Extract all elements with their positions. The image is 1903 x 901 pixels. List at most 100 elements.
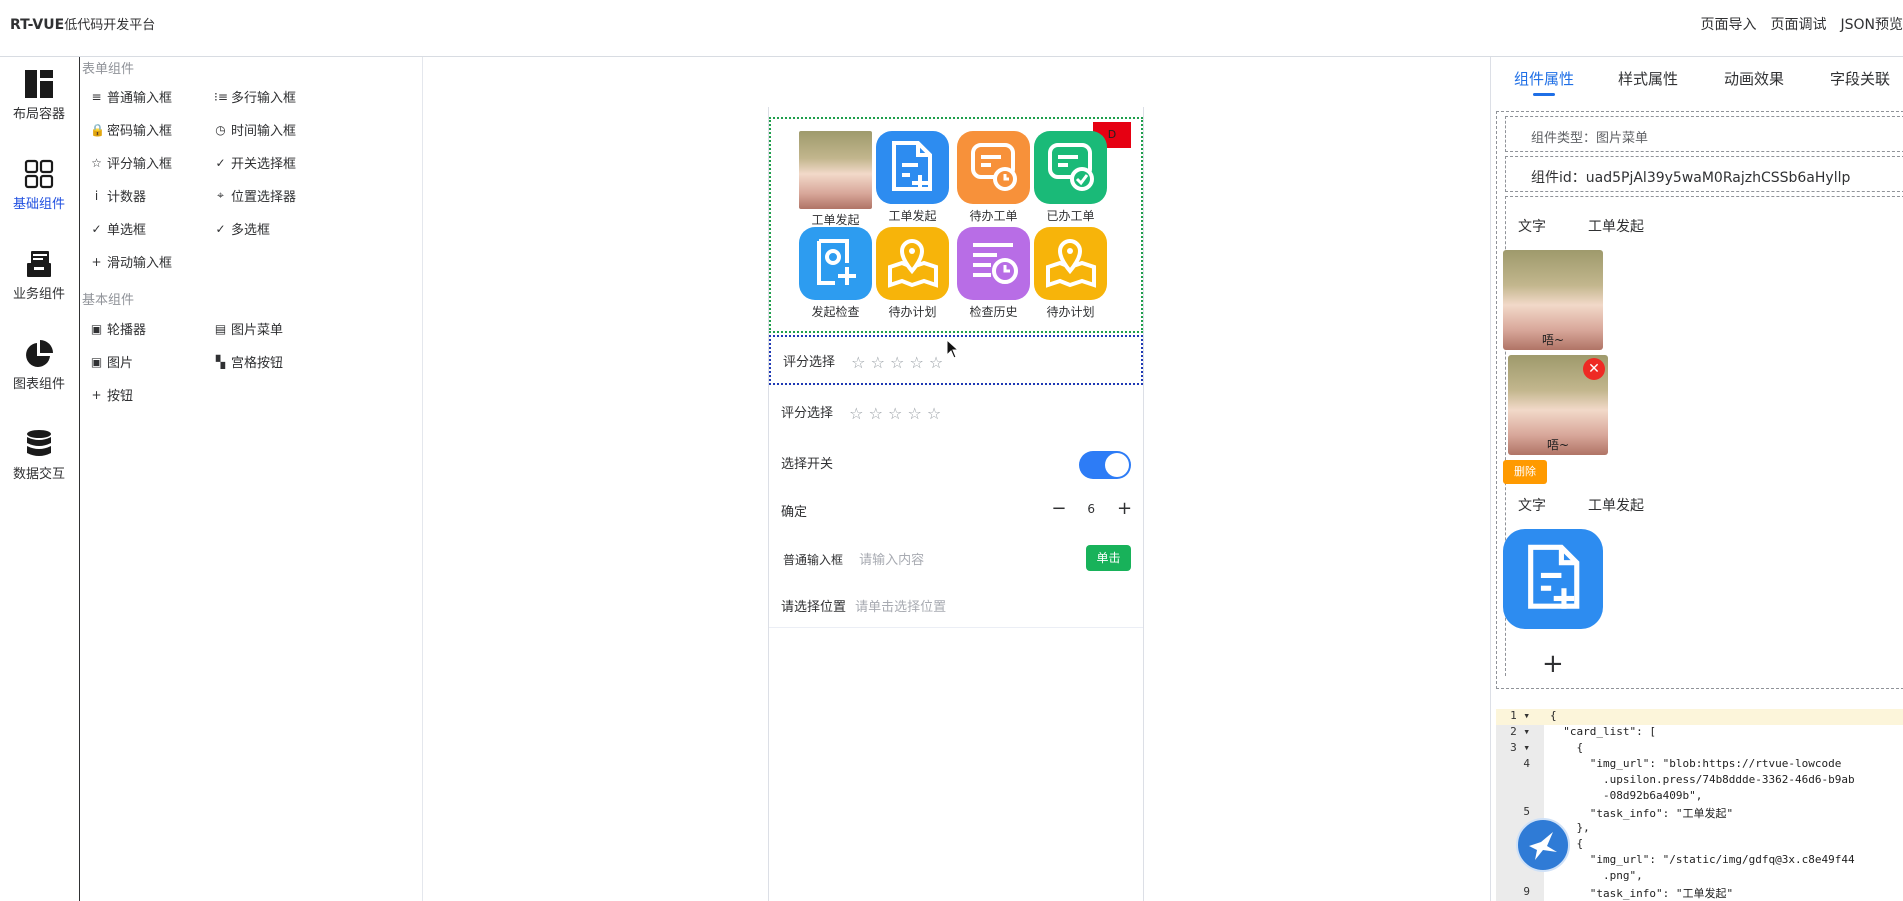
- tab-component-props[interactable]: 组件属性: [1514, 68, 1574, 89]
- brand-title: RT-VUE低代码开发平台: [10, 14, 155, 33]
- comp-counter[interactable]: ⅰ 计数器: [90, 186, 146, 206]
- code-line: 9 "task_info": "工单发起": [1496, 885, 1903, 901]
- avatar-photo: [799, 131, 872, 209]
- comp-slider[interactable]: + 滑动输入框: [90, 252, 173, 272]
- comp-carousel[interactable]: ▣ 轮播器: [90, 319, 146, 339]
- menu-item-label: 待办计划: [888, 305, 937, 319]
- top-actions: 页面导入 页面调试 JSON预览: [1700, 14, 1903, 34]
- component-type: 组件类型：图片菜单: [1505, 116, 1903, 152]
- nav-item-data[interactable]: 数据交互: [0, 429, 78, 482]
- switch-field: 选择开关: [769, 437, 1143, 487]
- comp-grid-button[interactable]: ▚ 宫格按钮: [214, 352, 284, 372]
- rate-field[interactable]: 评分选择 ☆ ☆ ☆ ☆ ☆: [769, 390, 1143, 430]
- line-text: .png",: [1550, 869, 1643, 882]
- comp-password-input[interactable]: 🔒 密码输入框: [90, 120, 172, 140]
- image-thumbnail: 唔~: [1503, 250, 1603, 350]
- delete-button[interactable]: 删除: [1503, 460, 1547, 484]
- menu-item[interactable]: 检查历史: [953, 227, 1034, 323]
- page-debug-link[interactable]: 页面调试: [1770, 14, 1826, 34]
- brand-subtitle: 低代码开发平台: [64, 18, 156, 33]
- plus-button[interactable]: +: [1117, 498, 1132, 519]
- comp-label: 普通输入框: [107, 91, 173, 106]
- text-field-2: 文字 工单发起: [1518, 495, 1686, 515]
- form-group-title: 表单组件: [82, 62, 135, 77]
- comp-image-menu[interactable]: ▤ 图片菜单: [214, 319, 283, 339]
- location-input[interactable]: 请单击选择位置: [855, 600, 946, 615]
- database-icon: [27, 430, 51, 456]
- comp-checkbox[interactable]: ✓ 多选框: [214, 219, 271, 239]
- page-import-link[interactable]: 页面导入: [1700, 14, 1756, 34]
- comp-time-input[interactable]: ◷ 时间输入框: [214, 120, 297, 140]
- text-input[interactable]: 请输入内容: [859, 553, 924, 568]
- nav-item-business[interactable]: 业务组件: [0, 249, 78, 302]
- code-line: .png",: [1496, 869, 1903, 885]
- thumbnail-caption: 唔~: [1546, 438, 1570, 452]
- comp-label: 多行输入框: [231, 91, 297, 106]
- location-add-icon: [799, 227, 872, 300]
- comp-switch[interactable]: ✓ 开关选择框: [214, 153, 296, 173]
- assistant-bird-icon[interactable]: [1516, 818, 1570, 872]
- json-code-editor[interactable]: 1 ▾ { 2 ▾ "card_list": [ 3 ▾ { 4 "img_url…: [1496, 709, 1903, 901]
- comp-label: 时间输入框: [231, 124, 297, 139]
- thumbnail-caption: 唔~: [1541, 333, 1565, 347]
- nav-item-layout[interactable]: 布局容器: [0, 69, 78, 122]
- map-pin-icon: [876, 227, 949, 300]
- tab-style-props[interactable]: 样式属性: [1618, 68, 1678, 89]
- text-label: 文字: [1518, 219, 1546, 235]
- close-icon[interactable]: ✕: [1583, 358, 1605, 380]
- menu-item[interactable]: 工单发起: [872, 131, 953, 227]
- nav-item-basic[interactable]: 基础组件: [0, 159, 78, 212]
- add-item-button[interactable]: +: [1542, 649, 1564, 679]
- property-tabs: 组件属性 样式属性 动画效果 字段关联: [1491, 57, 1903, 101]
- line-text: "img_url": "/static/img/gdfq@3x.c8e49f44: [1550, 853, 1855, 866]
- json-preview-link[interactable]: JSON预览: [1840, 14, 1903, 34]
- tab-animation[interactable]: 动画效果: [1724, 68, 1784, 89]
- star-rating[interactable]: ☆ ☆ ☆ ☆ ☆: [851, 353, 943, 372]
- image-menu-selected[interactable]: D 工单发起 工单发起 待办工单 已办工单 发起检查 待办计划 检查历史 待办计…: [769, 117, 1143, 333]
- nav-item-charts[interactable]: 图表组件: [0, 339, 78, 392]
- stepper-value[interactable]: 6: [1087, 502, 1095, 516]
- map-pin-icon: [1034, 227, 1107, 300]
- comp-radio[interactable]: ✓ 单选框: [90, 219, 146, 239]
- text-value[interactable]: 工单发起: [1588, 498, 1644, 514]
- text-field-1: 文字 工单发起: [1518, 216, 1686, 236]
- star-rating[interactable]: ☆ ☆ ☆ ☆ ☆: [849, 404, 941, 423]
- comp-text-input[interactable]: ≡ 普通输入框: [90, 87, 173, 107]
- comp-textarea[interactable]: ⁝≡ 多行输入框: [214, 87, 297, 107]
- text-value[interactable]: 工单发起: [1588, 219, 1644, 235]
- minus-button[interactable]: −: [1051, 498, 1066, 519]
- switch-label: 选择开关: [781, 457, 834, 472]
- menu-item[interactable]: 已办工单: [1034, 131, 1107, 227]
- menu-item[interactable]: 待办计划: [1034, 227, 1107, 323]
- document-plus-icon[interactable]: [1503, 529, 1603, 629]
- toggle-switch[interactable]: [1079, 451, 1131, 479]
- plus-icon: +: [91, 387, 102, 402]
- code-line: 3 ▾ {: [1496, 741, 1903, 757]
- code-line: 4 "img_url": "blob:https://rtvue-lowcode: [1496, 757, 1903, 773]
- comp-label: 滑动输入框: [107, 256, 173, 271]
- lock-icon: 🔒: [90, 122, 105, 137]
- menu-item[interactable]: 待办计划: [872, 227, 953, 323]
- pie-chart-icon: [26, 340, 53, 367]
- menu-item-label: 发起检查: [811, 305, 860, 319]
- rate-label: 评分选择: [781, 406, 834, 421]
- menu-item-label: 工单发起: [888, 209, 937, 223]
- comp-button[interactable]: + 按钮: [90, 385, 133, 405]
- nav-label-charts: 图表组件: [12, 377, 65, 392]
- properties-panel: 组件属性 样式属性 动画效果 字段关联 组件类型：图片菜单 组件id：uad5P…: [1490, 57, 1903, 901]
- line-number: 2 ▾: [1510, 725, 1530, 738]
- click-button[interactable]: 单击: [1086, 545, 1131, 571]
- comp-label: 评分输入框: [107, 157, 173, 172]
- tab-field-binding[interactable]: 字段关联: [1830, 68, 1890, 89]
- comp-location-picker[interactable]: ⌖ 位置选择器: [214, 186, 296, 205]
- comp-label: 多选框: [231, 223, 271, 238]
- line-text: -08d92b6a409b",: [1550, 789, 1703, 802]
- menu-item[interactable]: 发起检查: [799, 227, 872, 323]
- switch-knob: [1105, 453, 1129, 477]
- comp-rate-input[interactable]: ☆ 评分输入框: [90, 153, 173, 173]
- menu-item[interactable]: 工单发起: [799, 131, 872, 227]
- comp-image[interactable]: ▣ 图片: [90, 352, 133, 372]
- menu-item[interactable]: 待办工单: [953, 131, 1034, 227]
- comp-label: 宫格按钮: [231, 356, 284, 371]
- check-icon: ✓: [215, 155, 226, 170]
